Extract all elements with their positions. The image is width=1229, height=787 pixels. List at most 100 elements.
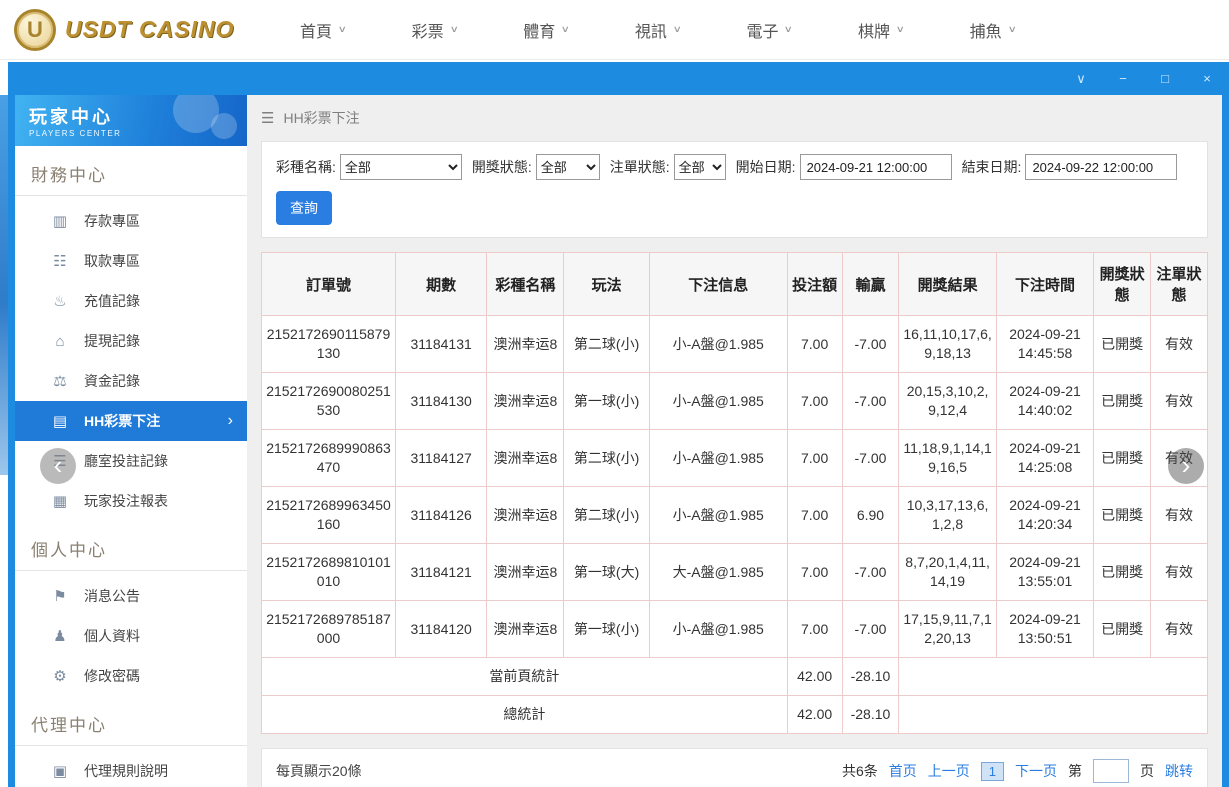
col-period: 期數 <box>394 252 488 316</box>
chevron-down-icon: ∨ <box>1007 24 1017 34</box>
logo[interactable]: U USDT CASINO <box>0 8 235 51</box>
search-button[interactable]: 查詢 <box>276 191 332 225</box>
window-maximize-icon[interactable]: □ <box>1157 72 1173 85</box>
carousel-prev-button[interactable]: ‹ <box>40 448 76 484</box>
draw-status-label: 開獎狀態: <box>471 159 532 175</box>
summary-label: 總統計 <box>261 695 788 734</box>
cell-win-loss: 6.90 <box>841 486 900 544</box>
page-jump-input[interactable] <box>1093 759 1129 783</box>
cell-order-no: 2152172689963450160 <box>261 486 396 544</box>
cell-win-loss: -7.00 <box>841 372 900 430</box>
withdrawal-record-icon: ⌂ <box>55 332 65 350</box>
first-page-link[interactable]: 首页 <box>889 761 917 781</box>
window-titlebar[interactable]: ∨ − □ × <box>8 62 1229 95</box>
cell-bet-time: 2024-09-21 14:45:58 <box>995 315 1095 373</box>
gear-icon: ⚙ <box>53 668 67 685</box>
nav-item-sports[interactable]: 體育 ∨ <box>490 0 602 60</box>
cell-order-status: 有效 <box>1150 543 1208 601</box>
cell-win-loss: -7.00 <box>841 315 900 373</box>
start-date-input[interactable] <box>799 154 952 180</box>
sidebar-item-label: 修改密碼 <box>84 668 140 684</box>
section-finance-center: 財務中心 <box>15 146 247 196</box>
cell-bet-time: 2024-09-21 14:20:34 <box>995 486 1095 544</box>
cell-lottery-name: 澳洲幸运8 <box>486 486 565 544</box>
cell-order-no: 2152172689990863470 <box>261 429 396 487</box>
cell-amount: 7.00 <box>786 543 843 601</box>
sidebar-item-deposit-area[interactable]: ▥ 存款專區 <box>15 201 247 241</box>
nav-item-lottery[interactable]: 彩票 ∨ <box>379 0 491 60</box>
summary-amount: 42.00 <box>786 657 843 696</box>
sidebar-item-recharge-records[interactable]: ♨ 充值記錄 <box>15 281 247 321</box>
draw-status-select[interactable]: 全部 <box>535 154 600 180</box>
cell-bet-info: 小-A盤@1.985 <box>648 486 788 544</box>
cell-bet-time: 2024-09-21 14:25:08 <box>995 429 1095 487</box>
col-bet-info: 下注信息 <box>648 252 788 316</box>
cell-order-no: 2152172690080251530 <box>261 372 396 430</box>
jump-prefix-label: 第 <box>1068 763 1082 779</box>
sidebar-item-agent-rules[interactable]: ▣ 代理規則說明 <box>15 751 247 787</box>
chevron-left-icon: ‹ <box>53 449 63 480</box>
sidebar-item-funds-records[interactable]: ⚖ 資金記錄 <box>15 361 247 401</box>
prev-page-link[interactable]: 上一页 <box>928 761 970 781</box>
sidebar-item-label: 玩家投注報表 <box>84 493 168 509</box>
nav-item-fishing[interactable]: 捕魚 ∨ <box>937 0 1049 60</box>
summary-row-total: 總統計 42.00 -28.10 <box>261 695 1208 734</box>
page-title: HH彩票下注 <box>283 110 360 126</box>
cell-period: 31184126 <box>394 486 488 544</box>
window-collapse-icon[interactable]: ∨ <box>1073 72 1089 85</box>
nav-item-label: 彩票 <box>411 23 444 41</box>
cell-win-loss: -7.00 <box>841 543 900 601</box>
nav-item-video[interactable]: 視訊 ∨ <box>602 0 714 60</box>
sidebar-item-profile[interactable]: ♟ 個人資料 <box>15 616 247 656</box>
nav-item-label: 視訊 <box>634 23 667 41</box>
cell-amount: 7.00 <box>786 429 843 487</box>
sidebar-item-player-bet-report[interactable]: ▦ 玩家投注報表 <box>15 481 247 521</box>
sidebar-item-withdrawal-records[interactable]: ⌂ 提現記錄 <box>15 321 247 361</box>
cell-result: 17,15,9,11,7,12,20,13 <box>898 600 997 658</box>
carousel-next-button[interactable]: › <box>1168 448 1204 484</box>
nav-item-home[interactable]: 首頁 ∨ <box>267 0 379 60</box>
menu-toggle-icon[interactable]: ☰ <box>261 109 274 127</box>
cell-draw-status: 已開獎 <box>1093 486 1152 544</box>
recharge-record-icon: ♨ <box>53 293 67 310</box>
jump-button[interactable]: 跳转 <box>1165 761 1193 781</box>
window-close-icon[interactable]: × <box>1199 72 1215 85</box>
document-icon: ▣ <box>52 763 68 780</box>
sidebar-item-label: 存款專區 <box>84 213 140 229</box>
sidebar-header: 玩家中心 PLAYERS CENTER <box>15 95 247 146</box>
col-draw-status: 開獎狀態 <box>1093 252 1152 316</box>
cell-lottery-name: 澳洲幸运8 <box>486 543 565 601</box>
current-page-button[interactable]: 1 <box>980 761 1004 781</box>
cell-bet-time: 2024-09-21 14:40:02 <box>995 372 1095 430</box>
window-body: 玩家中心 PLAYERS CENTER 財務中心 ▥ 存款專區 ☷ 取款專區 ♨… <box>8 95 1229 787</box>
nav-item-cards[interactable]: 棋牌 ∨ <box>825 0 937 60</box>
section-agent-center: 代理中心 <box>15 696 247 746</box>
end-date-input[interactable] <box>1025 154 1178 180</box>
cell-result: 20,15,3,10,2,9,12,4 <box>898 372 997 430</box>
next-page-link[interactable]: 下一页 <box>1015 761 1057 781</box>
cell-result: 11,18,9,1,14,19,16,5 <box>898 429 997 487</box>
sidebar-item-hh-lottery-bets[interactable]: ▤ HH彩票下注 › <box>15 401 247 441</box>
page-header: ☰ HH彩票下注 <box>261 95 1208 141</box>
sidebar-item-announcements[interactable]: ⚑ 消息公告 <box>15 576 247 616</box>
sidebar-item-label: 資金記錄 <box>84 373 140 389</box>
cell-play: 第二球(小) <box>563 429 650 487</box>
sidebar-subtitle: PLAYERS CENTER <box>29 129 122 138</box>
nav-item-label: 捕魚 <box>969 23 1002 41</box>
nav-item-slots[interactable]: 電子 ∨ <box>713 0 825 60</box>
col-lottery-name: 彩種名稱 <box>486 252 565 316</box>
lottery-name-label: 彩種名稱: <box>276 159 336 175</box>
col-order-no: 訂單號 <box>261 252 396 316</box>
col-win-loss: 輸贏 <box>841 252 900 316</box>
lottery-name-select[interactable]: 全部 <box>339 154 462 180</box>
cell-win-loss: -7.00 <box>841 600 900 658</box>
sidebar-title: 玩家中心 <box>29 107 113 127</box>
summary-empty <box>898 657 1208 696</box>
window-minimize-icon[interactable]: − <box>1115 72 1131 85</box>
cell-period: 31184127 <box>394 429 488 487</box>
sidebar-item-withdraw-area[interactable]: ☷ 取款專區 <box>15 241 247 281</box>
cell-play: 第二球(小) <box>563 486 650 544</box>
order-status-select[interactable]: 全部 <box>673 154 726 180</box>
sidebar-item-change-password[interactable]: ⚙ 修改密碼 <box>15 656 247 696</box>
section-personal-center: 個人中心 <box>15 521 247 571</box>
